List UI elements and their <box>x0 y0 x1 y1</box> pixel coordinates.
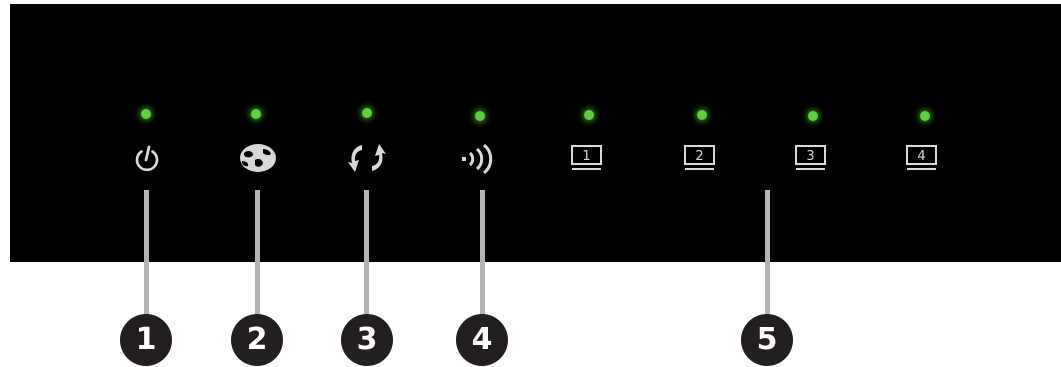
leader-line-4 <box>480 190 485 318</box>
callout-1: 1 <box>120 314 172 366</box>
lan-port-4-icon: 4 <box>906 145 937 170</box>
lan1-led <box>584 110 594 120</box>
leader-line-5 <box>765 190 770 318</box>
svg-text:4: 4 <box>917 149 925 164</box>
leader-line-3 <box>364 190 369 318</box>
svg-text:3: 3 <box>806 149 814 164</box>
internet-led <box>251 109 261 119</box>
lan-port-1-icon: 1 <box>571 145 602 170</box>
svg-text:2: 2 <box>695 149 703 164</box>
router-front-panel <box>10 4 1061 262</box>
wps-led <box>362 108 372 118</box>
svg-text:1: 1 <box>582 149 590 164</box>
lan2-led <box>697 110 707 120</box>
leader-line-1 <box>144 190 149 318</box>
lan-port-3-icon: 3 <box>795 145 826 170</box>
leader-line-2 <box>255 190 260 318</box>
power-led <box>141 109 151 119</box>
callout-4: 4 <box>456 314 508 366</box>
power-icon <box>135 145 159 172</box>
callout-5: 5 <box>741 314 793 366</box>
wps-arrows-icon <box>348 144 386 172</box>
wireless-led <box>475 111 485 121</box>
callout-2: 2 <box>231 314 283 366</box>
wireless-icon <box>462 143 493 175</box>
lan3-led <box>808 111 818 121</box>
internet-globe-icon <box>240 144 276 172</box>
callout-3: 3 <box>341 314 393 366</box>
lan4-led <box>920 111 930 121</box>
lan-port-2-icon: 2 <box>684 145 715 170</box>
